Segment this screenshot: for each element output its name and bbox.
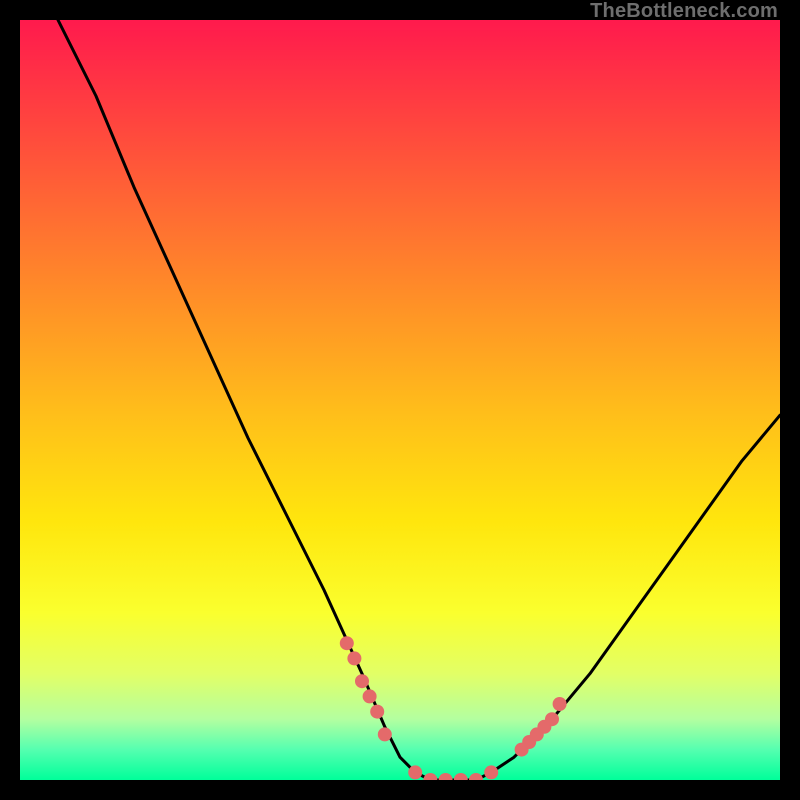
bottleneck-curve bbox=[58, 20, 780, 780]
highlight-dot bbox=[378, 727, 392, 741]
highlight-dot bbox=[355, 674, 369, 688]
highlight-dot bbox=[340, 636, 354, 650]
highlight-dot bbox=[469, 773, 483, 780]
curve-path bbox=[58, 20, 780, 780]
highlight-dot bbox=[370, 705, 384, 719]
highlight-dot bbox=[484, 765, 498, 779]
highlight-dot bbox=[363, 689, 377, 703]
highlight-dot bbox=[423, 773, 437, 780]
highlight-dot bbox=[545, 712, 559, 726]
highlight-dot bbox=[454, 773, 468, 780]
highlight-dot bbox=[553, 697, 567, 711]
highlight-dot bbox=[408, 765, 422, 779]
highlight-dot bbox=[347, 651, 361, 665]
chart-svg bbox=[20, 20, 780, 780]
chart-frame: TheBottleneck.com bbox=[0, 0, 800, 800]
plot-area bbox=[20, 20, 780, 780]
watermark-text: TheBottleneck.com bbox=[590, 0, 778, 23]
highlight-dot bbox=[439, 773, 453, 780]
highlight-dots bbox=[340, 636, 567, 780]
